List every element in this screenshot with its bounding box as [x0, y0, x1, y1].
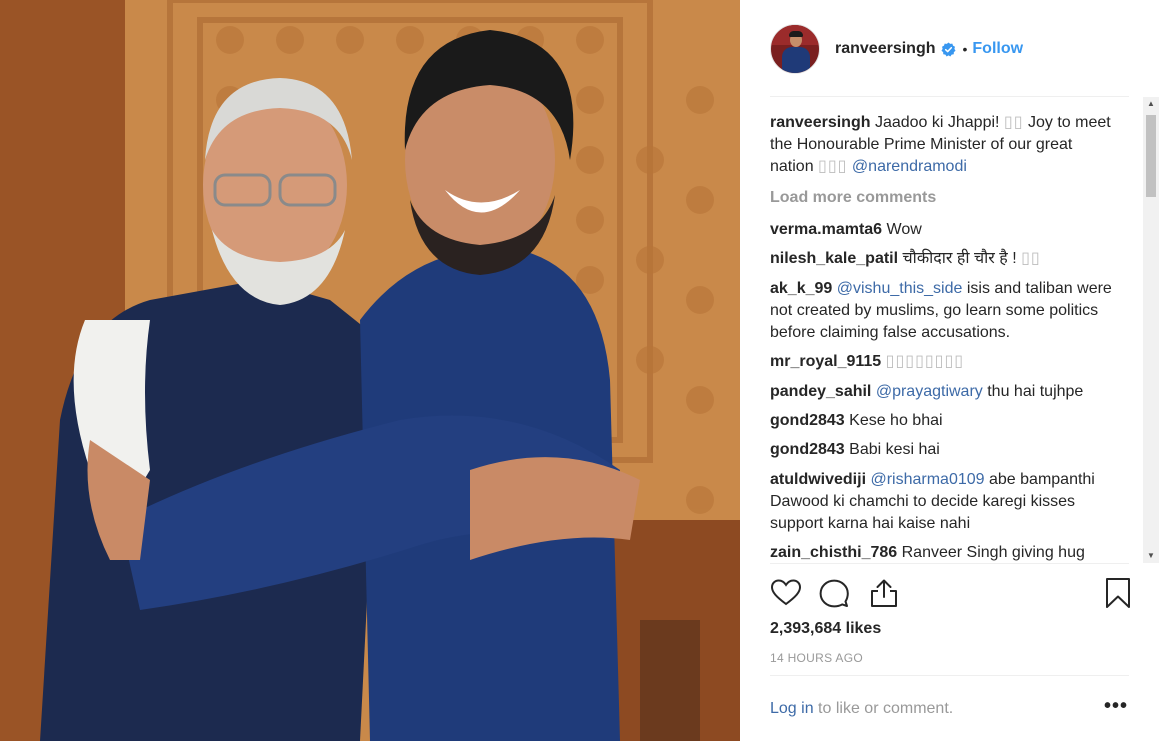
comment-item: gond2843 Kese ho bhai [770, 410, 1115, 432]
comment-emoji-glyphs: ▯▯▯▯▯▯▯▯ [885, 353, 965, 371]
comment-username[interactable]: verma.mamta6 [770, 221, 882, 238]
load-more-comments-button[interactable]: Load more comments [770, 187, 1115, 209]
login-prompt: Log in to like or comment. [770, 700, 953, 718]
login-prompt-text: to like or comment. [818, 700, 954, 717]
caption-emoji-glyphs-2: ▯▯▯ [818, 158, 848, 175]
comment-item: gond2843 Babi kesi hai [770, 439, 1115, 461]
verified-badge-icon [941, 41, 957, 56]
heart-icon[interactable] [770, 577, 802, 609]
comment-username[interactable]: atuldwivediji [770, 471, 866, 488]
comment-item: atuldwivediji @risharma0109 abe bampanth… [770, 469, 1115, 535]
post-timestamp[interactable]: 14 HOURS AGO [770, 651, 863, 665]
footer-divider [770, 675, 1129, 676]
post-caption: ranveersingh Jaadoo ki Jhappi! ▯▯ Joy to… [770, 112, 1115, 178]
post-sidebar: ranveersingh • Follow ranveersingh Jaado… [740, 0, 1159, 741]
comment-text: Ranveer Singh giving hug [901, 544, 1085, 562]
author-avatar[interactable] [770, 24, 820, 74]
comment-item: zain_chisthi_786 Ranveer Singh giving hu… [770, 542, 1115, 563]
comments-scrollbar[interactable]: ▲ ▼ [1143, 97, 1159, 563]
comment-emoji-glyphs: ▯▯ [1021, 250, 1041, 268]
comment-text: thu hai tujhpe [987, 382, 1084, 400]
caption-emoji-glyphs-1: ▯▯ [1003, 114, 1024, 131]
follow-button[interactable]: Follow [972, 40, 1023, 58]
comment-username[interactable]: ak_k_99 [770, 280, 832, 297]
comment-item: mr_royal_9115 ▯▯▯▯▯▯▯▯ [770, 351, 1115, 373]
bookmark-icon[interactable] [1102, 577, 1134, 609]
comment-username[interactable]: zain_chisthi_786 [770, 544, 897, 561]
likes-count[interactable]: 2,393,684 likes [770, 620, 881, 638]
comment-item: nilesh_kale_patil चौकीदार ही चौर है ! ▯▯ [770, 248, 1115, 270]
caption-text-1: Jaadoo ki Jhappi! [874, 114, 1000, 131]
post-photo [0, 0, 740, 741]
scrollbar-thumb[interactable] [1146, 115, 1156, 197]
comment-text: चौकीदार ही चौर है ! [902, 250, 1017, 268]
scroll-up-arrow-icon[interactable]: ▲ [1143, 97, 1159, 111]
comment-item: ak_k_99 @vishu_this_side isis and taliba… [770, 278, 1115, 344]
share-icon[interactable] [868, 577, 900, 609]
caption-mention[interactable]: @narendramodi [852, 158, 967, 175]
comment-username[interactable]: pandey_sahil [770, 383, 871, 400]
comment-item: pandey_sahil @prayagtiwary thu hai tujhp… [770, 381, 1115, 403]
comment-mention[interactable]: @vishu_this_side [837, 280, 963, 297]
comment-username[interactable]: mr_royal_9115 [770, 353, 881, 370]
header-separator-dot: • [962, 41, 968, 57]
comment-mention[interactable]: @risharma0109 [870, 471, 984, 488]
comment-item: verma.mamta6 Wow [770, 219, 1115, 241]
comment-text: Kese ho bhai [849, 411, 943, 429]
comments-list[interactable]: ranveersingh Jaadoo ki Jhappi! ▯▯ Joy to… [770, 112, 1115, 563]
login-link[interactable]: Log in [770, 700, 814, 717]
header-divider [770, 96, 1129, 97]
comments-divider [770, 563, 1129, 564]
caption-username[interactable]: ranveersingh [770, 114, 870, 131]
more-options-icon[interactable]: ••• [1104, 696, 1130, 722]
comment-username[interactable]: gond2843 [770, 441, 845, 458]
post-header: ranveersingh • Follow [770, 23, 1130, 75]
author-username[interactable]: ranveersingh [835, 40, 935, 58]
photo-illustration [0, 0, 740, 741]
scroll-down-arrow-icon[interactable]: ▼ [1143, 549, 1159, 563]
comment-username[interactable]: nilesh_kale_patil [770, 250, 898, 267]
comment-mention[interactable]: @prayagtiwary [876, 383, 983, 400]
comment-text: Wow [886, 221, 922, 238]
comment-text: Babi kesi hai [849, 441, 940, 459]
comment-username[interactable]: gond2843 [770, 412, 845, 429]
speech-bubble-icon[interactable] [818, 577, 850, 609]
action-bar [770, 577, 1130, 611]
